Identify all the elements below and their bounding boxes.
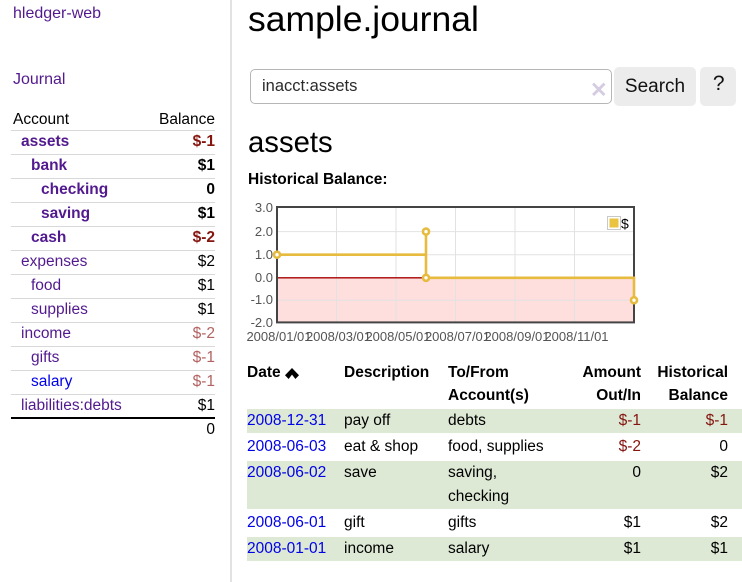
svg-text:2.0: 2.0 (255, 224, 273, 239)
svg-text:2008/05/01: 2008/05/01 (365, 329, 430, 344)
svg-text:2008/03/01: 2008/03/01 (306, 329, 371, 344)
svg-text:1.0: 1.0 (255, 247, 273, 262)
svg-text:-1.0: -1.0 (251, 292, 273, 307)
svg-text:-2.0: -2.0 (251, 315, 273, 330)
svg-text:2008/11/01: 2008/11/01 (544, 329, 608, 344)
svg-text:2008/09/01: 2008/09/01 (484, 329, 549, 344)
svg-text:2008/07/01: 2008/07/01 (425, 329, 490, 344)
svg-text:0.0: 0.0 (255, 270, 273, 285)
svg-text:2008/01/01: 2008/01/01 (246, 329, 311, 344)
svg-text:$: $ (621, 215, 629, 231)
svg-text:3.0: 3.0 (255, 200, 273, 215)
